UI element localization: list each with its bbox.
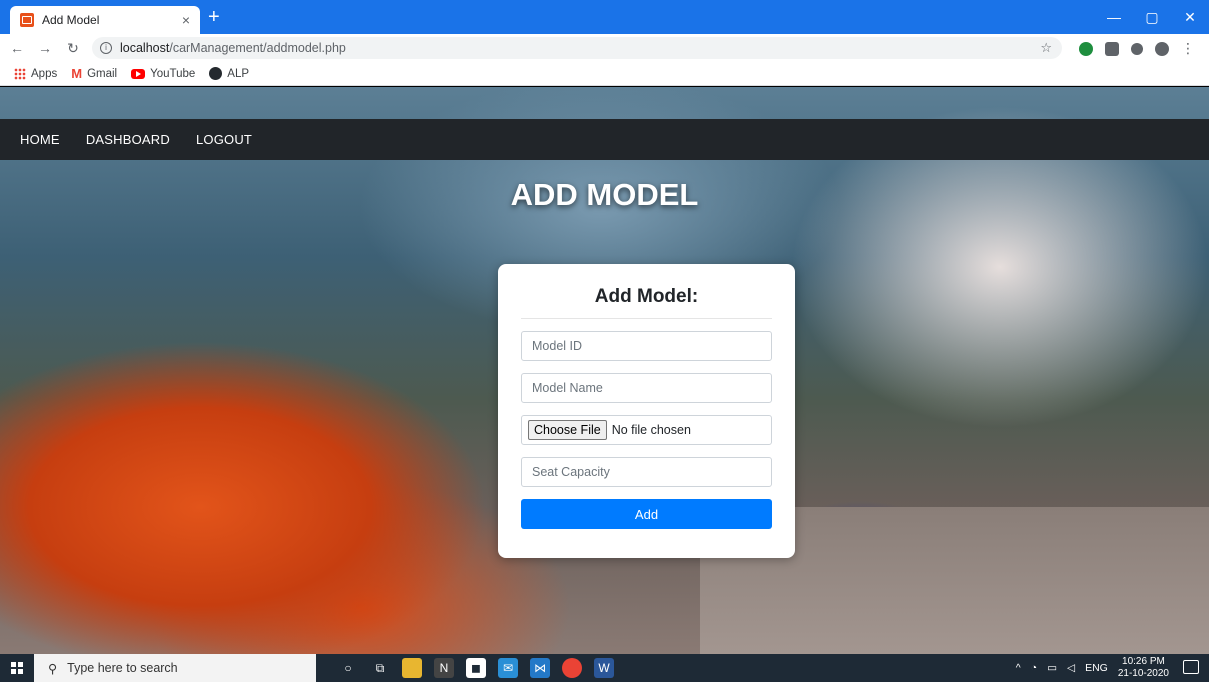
onenote-icon[interactable]: N: [434, 658, 454, 678]
minimize-button[interactable]: —: [1095, 0, 1133, 34]
clock[interactable]: 10:26 PM 21-10-2020: [1118, 656, 1169, 680]
volume-icon[interactable]: ◁: [1067, 662, 1075, 674]
windows-taskbar: ⚲ Type here to search ○ ⧉ N ◼ ✉ ⋈ W ^ ◔ …: [0, 654, 1209, 682]
system-tray: ^ ◔ ▭ ◁ ENG 10:26 PM 21-10-2020: [1016, 654, 1169, 682]
tab-title: Add Model: [42, 13, 100, 27]
reload-icon[interactable]: ↻: [62, 40, 84, 57]
bookmark-label: Gmail: [87, 67, 118, 80]
address-bar[interactable]: i localhost/carManagement/addmodel.php ☆: [92, 37, 1062, 59]
vscode-icon[interactable]: ⋈: [530, 658, 550, 678]
nav-home-link[interactable]: HOME: [20, 132, 60, 147]
apps-grid-icon: [14, 67, 26, 80]
extension-icon[interactable]: [1105, 41, 1119, 56]
add-button[interactable]: Add: [521, 499, 772, 529]
forward-arrow-icon[interactable]: →: [34, 40, 56, 56]
bookmark-apps[interactable]: Apps: [14, 67, 58, 80]
profile-avatar-icon[interactable]: [1155, 41, 1169, 56]
youtube-icon: [131, 68, 146, 79]
search-icon: ⚲: [48, 661, 58, 676]
choose-file-button[interactable]: Choose File: [528, 420, 607, 440]
cortana-icon[interactable]: ○: [338, 658, 358, 678]
page-viewport: HOME DASHBOARD LOGOUT ADD MODEL Add Mode…: [0, 87, 1209, 654]
gmail-icon: M: [71, 66, 83, 81]
new-tab-button[interactable]: +: [208, 6, 220, 28]
chrome-icon[interactable]: [562, 658, 582, 678]
seat-capacity-input[interactable]: Seat Capacity: [521, 457, 772, 487]
nav-logout-link[interactable]: LOGOUT: [196, 132, 252, 147]
browser-tab[interactable]: Add Model ×: [10, 6, 200, 34]
bookmark-label: ALP: [227, 67, 250, 80]
menu-kebab-icon[interactable]: ⋮: [1181, 40, 1195, 57]
notification-center-icon[interactable]: [1183, 660, 1199, 674]
task-view-icon[interactable]: ⧉: [370, 658, 390, 678]
site-info-icon[interactable]: i: [100, 42, 112, 54]
bookmark-star-icon[interactable]: ☆: [1040, 40, 1052, 56]
close-window-button[interactable]: ✕: [1171, 0, 1209, 34]
url-host: localhost: [120, 41, 170, 55]
bookmarks-bar: Apps M Gmail YouTube ALP: [0, 62, 1209, 86]
restore-button[interactable]: ▢: [1133, 0, 1171, 34]
form-title: Add Model:: [521, 286, 772, 319]
extension-icons: ⋮: [1079, 40, 1195, 57]
bookmark-youtube[interactable]: YouTube: [131, 68, 195, 80]
model-name-input[interactable]: Model Name: [521, 373, 772, 403]
wifi-icon[interactable]: ◔: [1031, 662, 1037, 674]
window-controls: — ▢ ✕: [1095, 0, 1209, 34]
image-file-input[interactable]: Choose File No file chosen: [521, 415, 772, 445]
file-explorer-icon[interactable]: [402, 658, 422, 678]
windows-logo-icon: [11, 662, 23, 674]
file-status-text: No file chosen: [611, 423, 691, 437]
store-icon[interactable]: ◼: [466, 658, 486, 678]
back-arrow-icon[interactable]: ←: [6, 40, 28, 56]
page-title: ADD MODEL: [510, 177, 699, 212]
puzzle-extensions-icon[interactable]: [1131, 42, 1143, 55]
add-model-card: Add Model: Model ID Model Name Choose Fi…: [498, 264, 795, 558]
browser-toolbar: ← → ↻ i localhost/carManagement/addmodel…: [0, 34, 1209, 62]
word-icon[interactable]: W: [594, 658, 614, 678]
mail-icon[interactable]: ✉: [498, 658, 518, 678]
nav-dashboard-link[interactable]: DASHBOARD: [86, 132, 170, 147]
tray-chevron-icon[interactable]: ^: [1016, 662, 1021, 674]
bookmark-alp[interactable]: ALP: [209, 67, 249, 80]
bookmark-label: YouTube: [150, 67, 196, 80]
language-indicator[interactable]: ENG: [1085, 662, 1108, 674]
taskbar-search-placeholder: Type here to search: [67, 661, 178, 675]
site-navbar: HOME DASHBOARD LOGOUT: [0, 119, 1209, 160]
tab-favicon-icon: [20, 13, 34, 27]
browser-titlebar: Add Model × + — ▢ ✕: [0, 0, 1209, 34]
shield-extension-icon[interactable]: [1079, 41, 1093, 56]
clock-time: 10:26 PM: [1122, 656, 1165, 667]
github-icon: [209, 67, 223, 80]
clock-date: 21-10-2020: [1117, 668, 1169, 679]
taskbar-apps: ○ ⧉ N ◼ ✉ ⋈ W: [338, 658, 614, 678]
model-id-input[interactable]: Model ID: [521, 331, 772, 361]
url-path: /carManagement/addmodel.php: [169, 41, 346, 55]
bookmark-gmail[interactable]: M Gmail: [71, 66, 117, 81]
bookmark-label: Apps: [31, 67, 58, 80]
tab-close-icon[interactable]: ×: [182, 12, 190, 28]
taskbar-search[interactable]: ⚲ Type here to search: [34, 654, 316, 682]
start-button[interactable]: [0, 654, 34, 682]
battery-icon[interactable]: ▭: [1047, 662, 1057, 674]
